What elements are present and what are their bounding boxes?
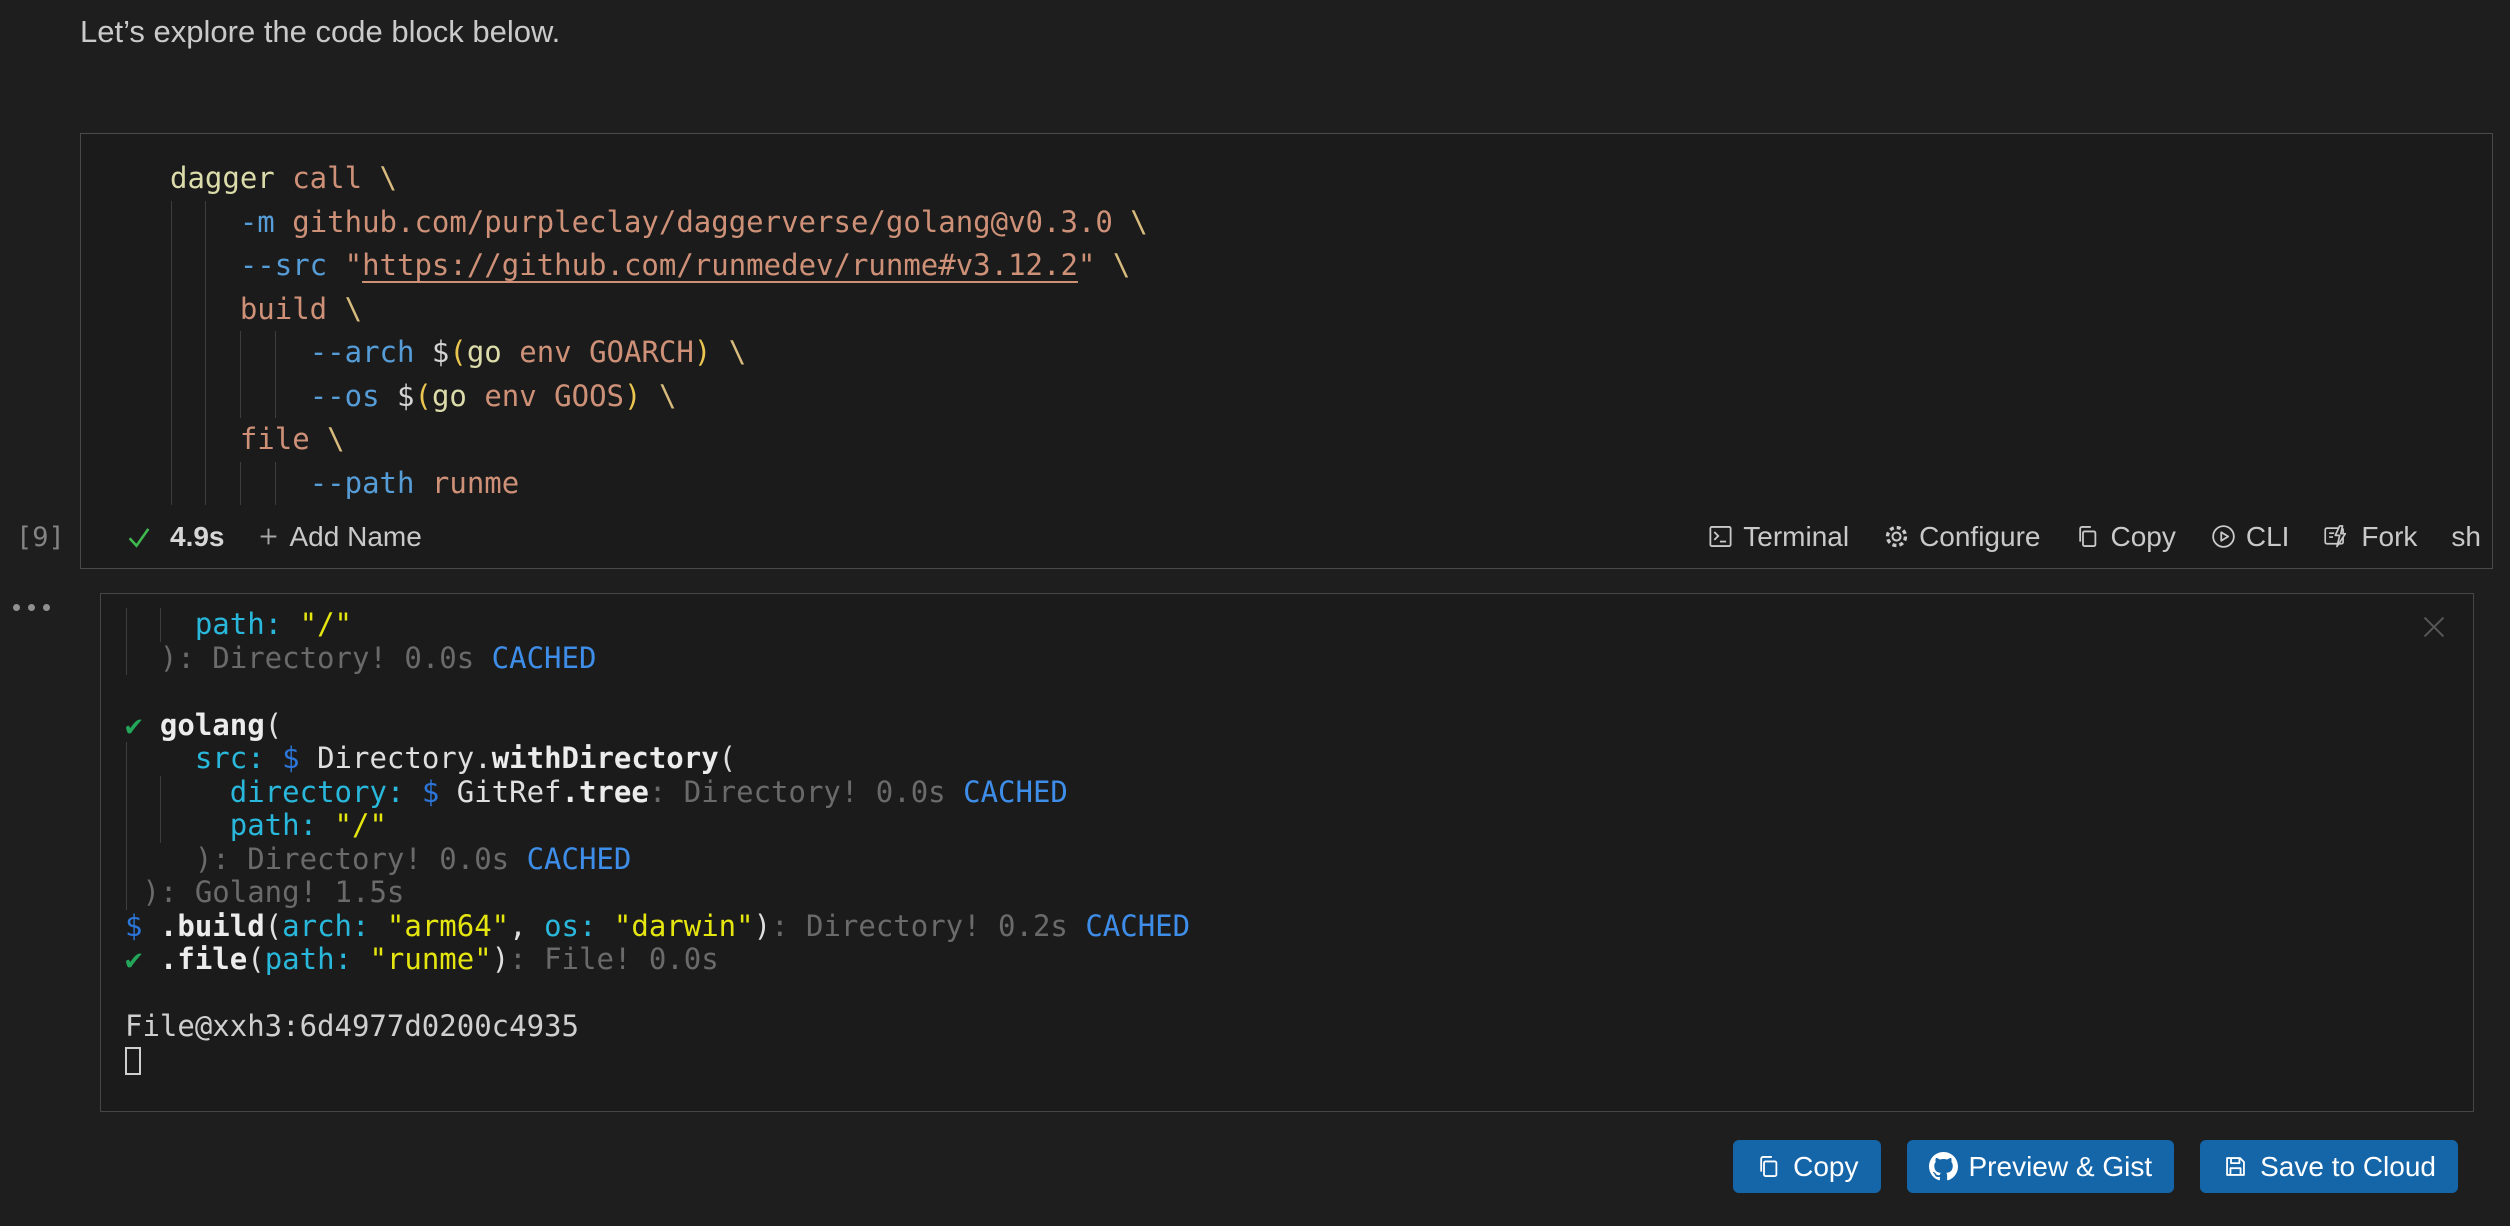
cell-status-right: Terminal Configure Copy CLI Fork sh [1707, 521, 2481, 553]
toolbar-label: Fork [2361, 521, 2417, 553]
toolbar-terminal-button[interactable]: Terminal [1707, 521, 1849, 553]
indent-guide [205, 418, 206, 462]
indent-guide [205, 244, 206, 288]
indent-guide [160, 809, 161, 843]
toolbar-fork-button[interactable]: Fork [2323, 521, 2417, 553]
copy-icon [2074, 523, 2101, 550]
execution-count: [9] [16, 522, 65, 553]
terminal-icon [1707, 523, 1734, 550]
indent-guide [275, 462, 276, 506]
output-line: File@xxh3:6d4977d0200c4935 [125, 1010, 1190, 1044]
code-line: build \ [170, 288, 2484, 332]
indent-guide [171, 201, 172, 245]
output-line [125, 977, 1190, 1011]
output-line: ): Golang! 1.5s [125, 876, 1190, 910]
cell-kebab-menu[interactable] [13, 604, 50, 611]
button-label: Preview & Gist [1969, 1151, 2153, 1183]
add-name-label: Add Name [290, 521, 422, 553]
indent-guide [240, 331, 241, 375]
output-line: ): Directory! 0.0s CACHED [125, 642, 1190, 676]
toolbar-label: Copy [2110, 521, 2175, 553]
indent-guide [126, 742, 127, 776]
indent-guide [205, 375, 206, 419]
toolbar-cli-button[interactable]: CLI [2210, 521, 2290, 553]
indent-guide [126, 809, 127, 843]
toolbar-label: CLI [2246, 521, 2290, 553]
code-line: --arch $(go env GOARCH) \ [170, 331, 2484, 375]
copy-icon [1755, 1153, 1782, 1180]
indent-guide [275, 375, 276, 419]
indent-guide [171, 375, 172, 419]
indent-guide [160, 608, 161, 642]
indent-guide [171, 331, 172, 375]
output-line: path: "/" [125, 608, 1190, 642]
toolbar-label: Terminal [1743, 521, 1849, 553]
success-check-icon [124, 522, 154, 552]
indent-guide [205, 288, 206, 332]
indent-guide [240, 375, 241, 419]
indent-guide [171, 462, 172, 506]
button-label: Copy [1793, 1151, 1858, 1183]
save-to-cloud-button[interactable]: Save to Cloud [2200, 1140, 2458, 1193]
output-line: directory: $ GitRef.tree: Directory! 0.0… [125, 776, 1190, 810]
indent-guide [205, 331, 206, 375]
indent-guide [126, 876, 127, 910]
indent-guide [205, 462, 206, 506]
code-line: --os $(go env GOOS) \ [170, 375, 2484, 419]
code-line: --src "https://github.com/runmedev/runme… [170, 244, 2484, 288]
add-name-button[interactable]: Add Name [255, 521, 422, 553]
copy-button[interactable]: Copy [1733, 1140, 1880, 1193]
code-line: --path runme [170, 462, 2484, 506]
indent-guide [171, 244, 172, 288]
output-actions: Copy Preview & Gist Save to Cloud [1733, 1140, 2458, 1193]
plus-icon [255, 523, 282, 550]
indent-guide [126, 642, 127, 676]
toolbar-configure-button[interactable]: Configure [1883, 521, 2040, 553]
indent-guide [240, 462, 241, 506]
indent-guide [160, 776, 161, 810]
output-line: ✔ golang( [125, 709, 1190, 743]
indent-guide [126, 843, 127, 877]
output-line: src: $ Directory.withDirectory( [125, 742, 1190, 776]
button-label: Save to Cloud [2260, 1151, 2436, 1183]
indent-guide [126, 776, 127, 810]
github-icon [1929, 1152, 1958, 1181]
code-line: file \ [170, 418, 2484, 462]
code-cell: dagger call \ -m github.com/purpleclay/d… [80, 133, 2493, 569]
play-circle-icon [2210, 523, 2237, 550]
output-line: $ .build(arch: "arm64", os: "darwin"): D… [125, 910, 1190, 944]
output-line: ): Directory! 0.0s CACHED [125, 843, 1190, 877]
output-line [125, 675, 1190, 709]
language-label[interactable]: sh [2451, 521, 2481, 553]
code-editor[interactable]: dagger call \ -m github.com/purpleclay/d… [170, 157, 2484, 505]
output-terminal[interactable]: path: "/" ): Directory! 0.0s CACHED ✔ gol… [125, 608, 1190, 1077]
cell-toolbar: Terminal Configure Copy CLI Fork [1707, 521, 2417, 553]
indent-guide [275, 331, 276, 375]
terminal-cursor [125, 1047, 141, 1075]
indent-guide [126, 608, 127, 642]
indent-guide [171, 288, 172, 332]
fork-icon [2323, 523, 2352, 550]
gear-icon [1883, 523, 1910, 550]
output-line [125, 1044, 1190, 1078]
close-icon[interactable] [2421, 614, 2447, 645]
indent-guide [205, 201, 206, 245]
toolbar-label: Configure [1919, 521, 2040, 553]
output-line: path: "/" [125, 809, 1190, 843]
save-icon [2222, 1153, 2249, 1180]
dot-icon [43, 604, 50, 611]
dot-icon [13, 604, 20, 611]
dot-icon [28, 604, 35, 611]
output-line: ✔ .file(path: "runme"): File! 0.0s [125, 943, 1190, 977]
cell-status-bar: 4.9s Add Name Terminal Configure Copy CLI Fo… [82, 506, 2491, 567]
code-line: -m github.com/purpleclay/daggerverse/gol… [170, 201, 2484, 245]
intro-text: Let’s explore the code block below. [80, 14, 560, 50]
toolbar-copy-button[interactable]: Copy [2074, 521, 2175, 553]
output-panel: path: "/" ): Directory! 0.0s CACHED ✔ gol… [100, 593, 2474, 1112]
code-line: dagger call \ [170, 157, 2484, 201]
execution-duration: 4.9s [170, 521, 225, 553]
cell-status-left: 4.9s Add Name [124, 521, 422, 553]
preview-gist-button[interactable]: Preview & Gist [1907, 1140, 2175, 1193]
indent-guide [171, 418, 172, 462]
